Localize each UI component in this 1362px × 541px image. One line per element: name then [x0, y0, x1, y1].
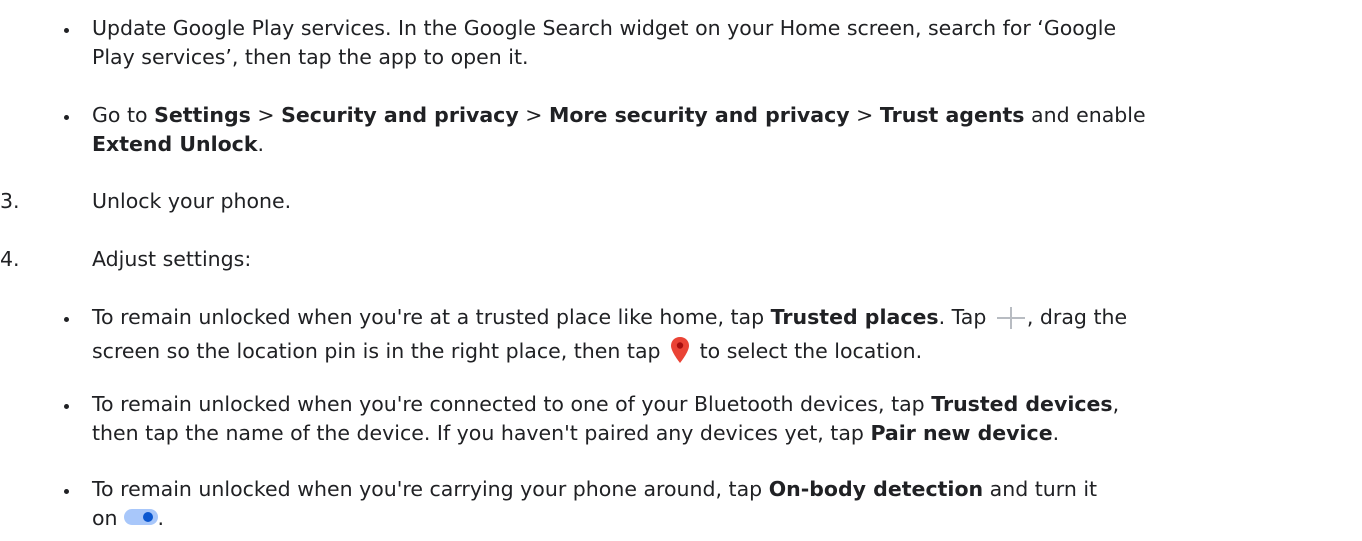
bullet-dot [64, 404, 69, 409]
bullet-dot [64, 317, 69, 322]
bullet-dot [64, 115, 69, 120]
security-privacy-label: Security and privacy [281, 103, 519, 127]
bullet-text: To remain unlocked when you're at a trus… [92, 305, 1128, 364]
pair-new-device-label: Pair new device [870, 421, 1053, 445]
bullet-text: Go to Settings > Security and privacy > … [92, 103, 1146, 156]
add-icon [996, 307, 1025, 329]
bullet-dot [64, 489, 69, 494]
step-text: Unlock your phone. [92, 189, 292, 213]
trusted-devices-label: Trusted devices [931, 392, 1113, 416]
trusted-places-label: Trusted places [770, 305, 939, 329]
bullet-text: To remain unlocked when you're connected… [92, 392, 1120, 445]
step-text: Adjust settings: [92, 247, 252, 271]
on-body-detection-label: On-body detection [768, 477, 984, 501]
bullet-text: Update Google Play services. In the Goog… [92, 16, 1117, 69]
more-security-privacy-label: More security and privacy [548, 103, 850, 127]
bullet-text: To remain unlocked when you're carrying … [92, 477, 1098, 530]
step-number: 3. [0, 189, 20, 213]
trust-agents-label: Trust agents [879, 103, 1025, 127]
extend-unlock-label: Extend Unlock [92, 132, 258, 156]
step-number: 4. [0, 247, 20, 271]
toggle-on-icon [123, 509, 158, 525]
bullet-dot [64, 28, 69, 33]
location-pin-icon [670, 336, 690, 364]
settings-label: Settings [154, 103, 251, 127]
